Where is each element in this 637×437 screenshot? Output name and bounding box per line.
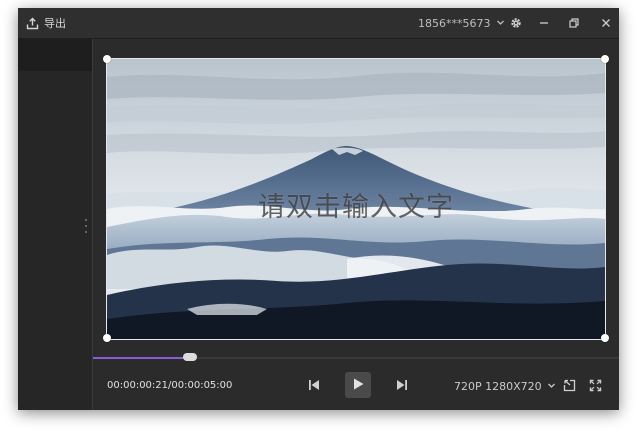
fullscreen-icon[interactable] [587, 377, 603, 393]
export-button[interactable]: 导出 [26, 14, 66, 32]
minimize-icon[interactable] [536, 15, 552, 31]
app-window: 导出 1856***5673 请双击输入文字 00:00:00:21/00:00… [18, 8, 619, 410]
resize-handle-bottom-right[interactable] [601, 334, 609, 342]
panel-resize-handle[interactable] [84, 219, 88, 233]
play-button[interactable] [345, 372, 371, 398]
progress-fill [93, 357, 188, 359]
resolution-label: 720P 1280X720 [454, 380, 542, 393]
resolution-select[interactable]: 720P 1280X720 [454, 380, 556, 393]
text-overlay[interactable]: 请双击输入文字 [107, 185, 605, 224]
close-icon[interactable] [598, 15, 614, 31]
player-controls: 00:00:00:21/00:00:05:00 720P 1280X720 [93, 360, 619, 410]
title-bar: 导出 1856***5673 [18, 8, 619, 39]
resize-handle-bottom-left[interactable] [103, 334, 111, 342]
progress-track[interactable] [93, 353, 619, 361]
skip-back-icon[interactable] [305, 376, 323, 394]
play-icon [351, 376, 365, 395]
timecode: 00:00:00:21/00:00:05:00 [107, 380, 233, 391]
chevron-down-icon [496, 17, 505, 30]
upload-icon [26, 17, 39, 30]
left-panel [18, 39, 93, 410]
resize-handle-top-left[interactable] [103, 55, 111, 63]
resize-handle-top-right[interactable] [601, 55, 609, 63]
restore-icon[interactable] [566, 15, 582, 31]
chevron-down-icon [547, 380, 556, 393]
gear-icon[interactable] [508, 15, 524, 31]
left-panel-header [18, 39, 92, 71]
account-name: 1856***5673 [418, 16, 491, 30]
skip-forward-icon[interactable] [393, 376, 411, 394]
export-label: 导出 [44, 17, 66, 30]
account-menu[interactable]: 1856***5673 [418, 15, 505, 31]
popout-icon[interactable] [561, 377, 577, 393]
